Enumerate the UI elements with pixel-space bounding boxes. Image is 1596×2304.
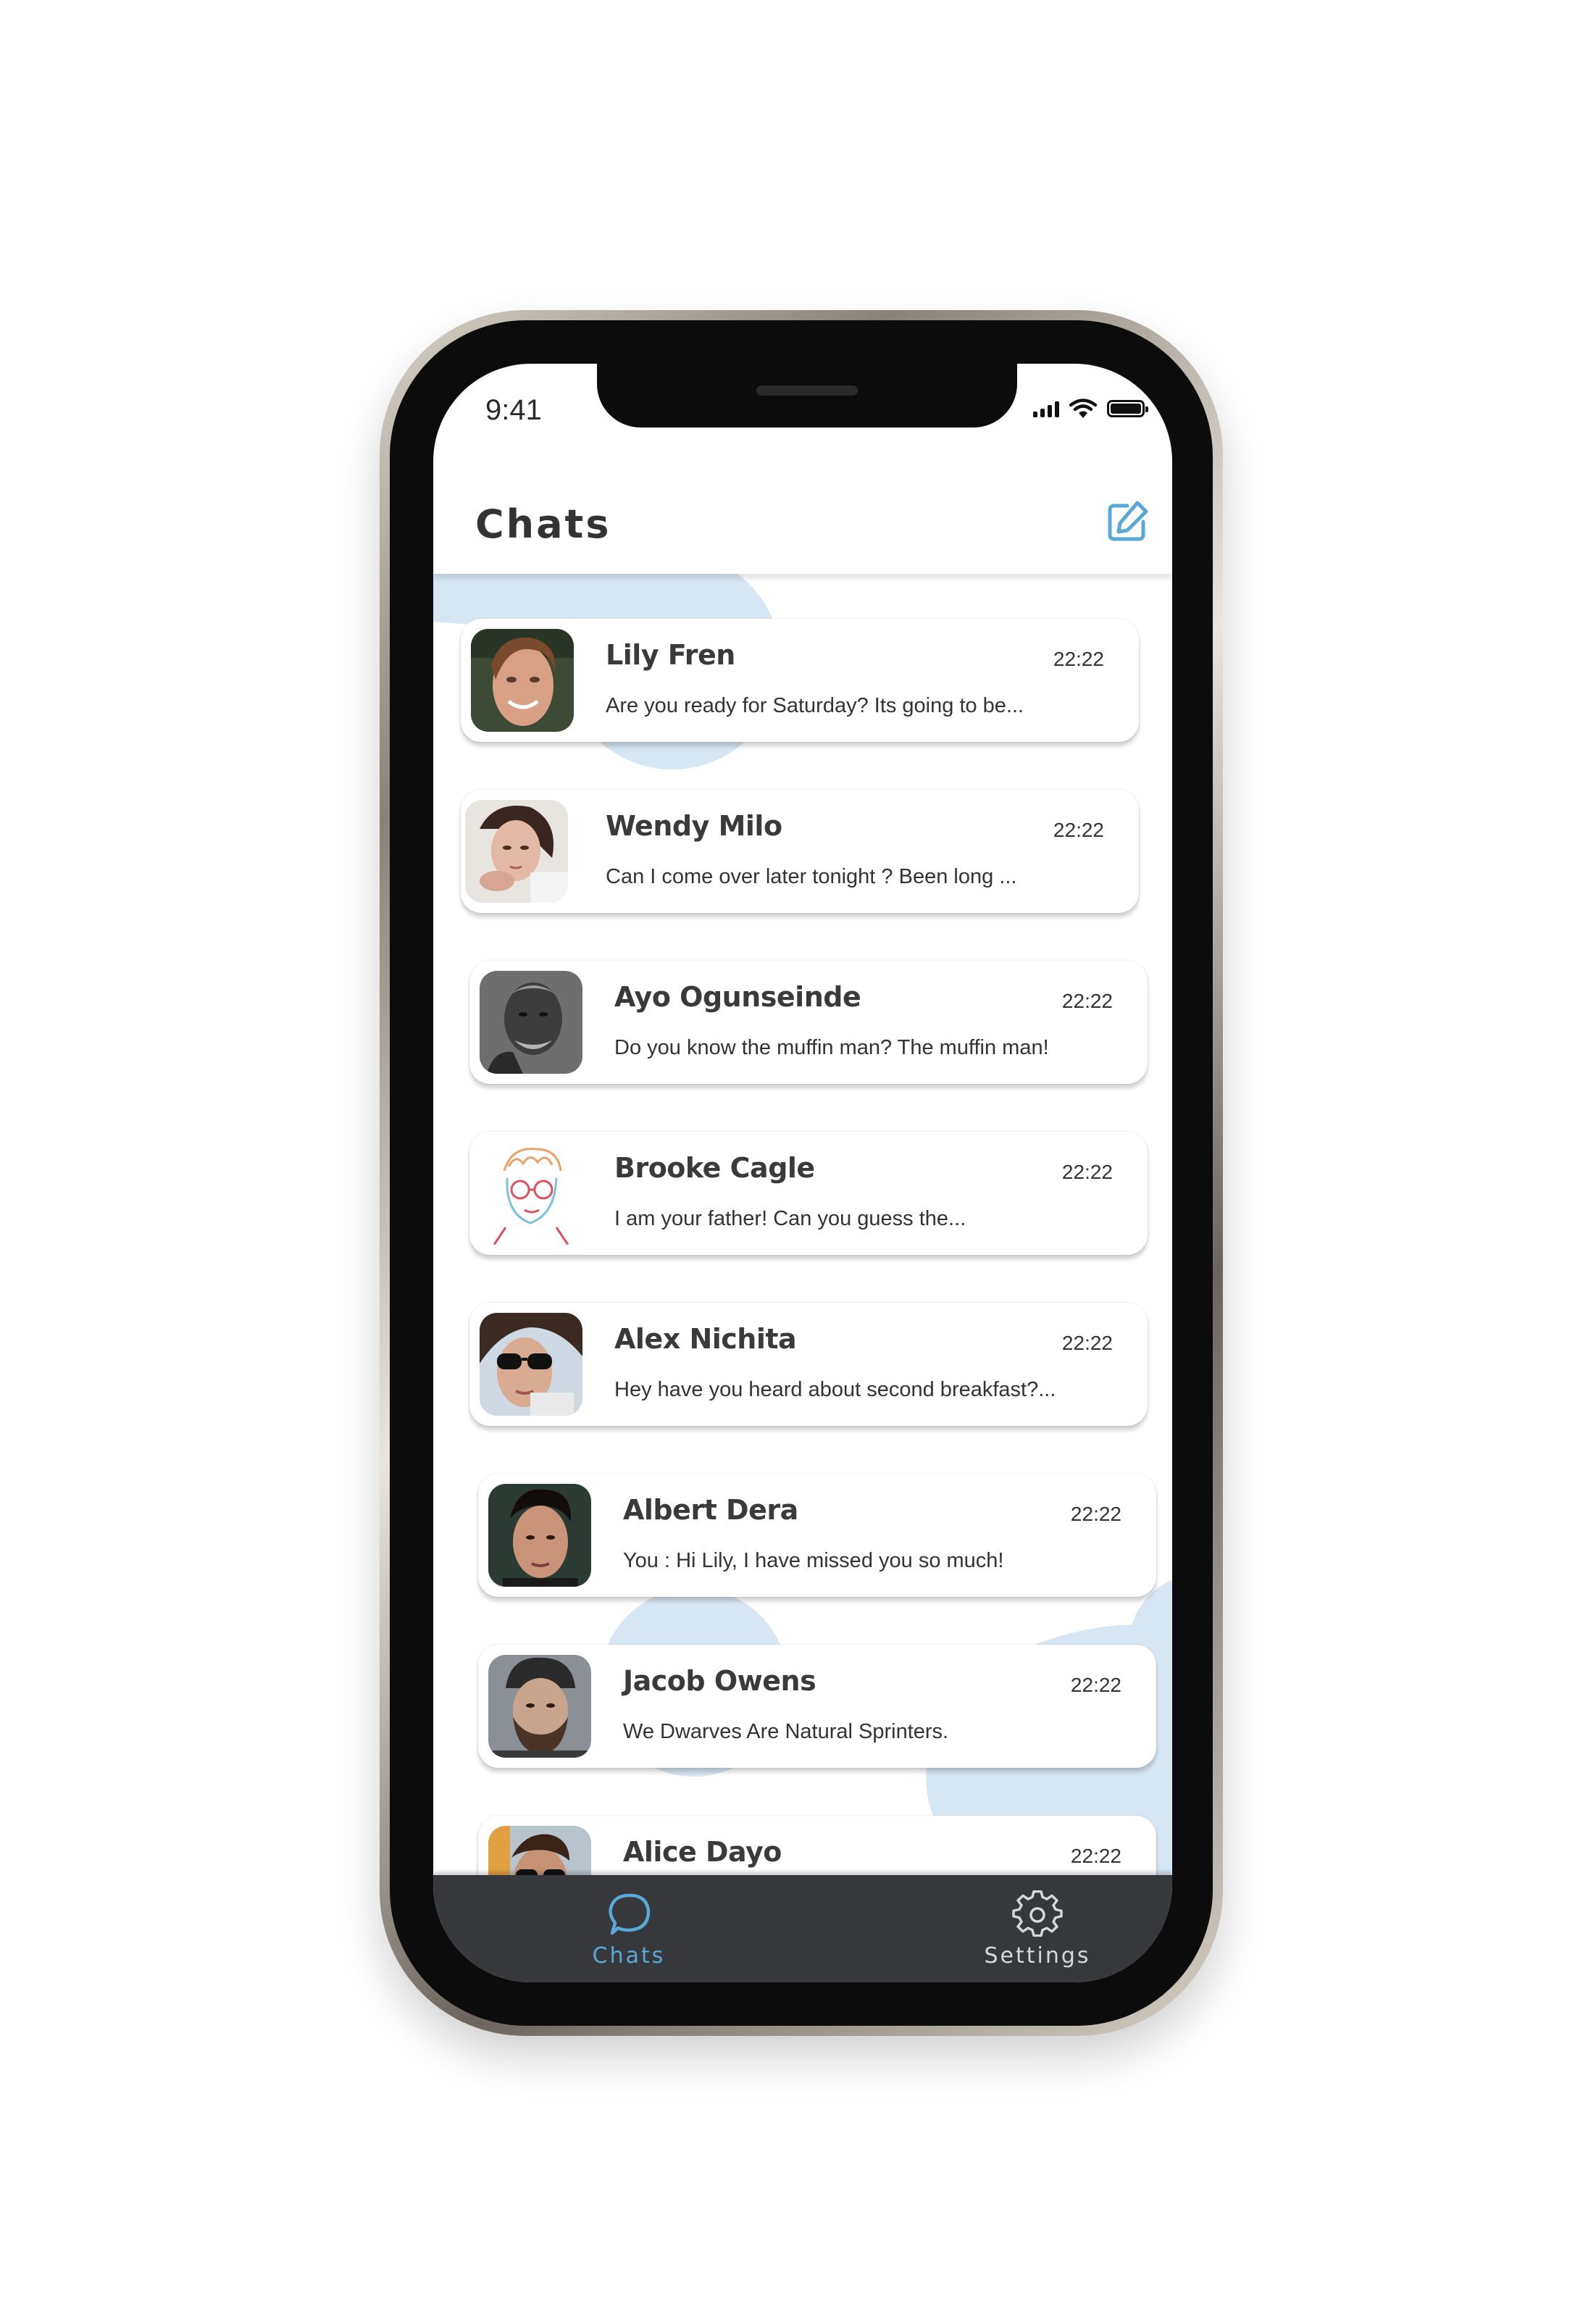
message-time: 22:22: [1053, 648, 1104, 670]
status-time: 9:41: [485, 394, 542, 426]
wifi-icon: [1069, 398, 1097, 418]
chat-item[interactable]: Brooke Cagle 22:22 I am your father! Can…: [469, 1132, 1148, 1255]
message-preview: I am your father! Can you guess the...: [614, 1207, 966, 1230]
phone-frame: 9:41 Chats Lily Fren 22:22 Are you ready…: [380, 310, 1223, 2036]
message-time: 22:22: [1070, 1845, 1121, 1867]
message-time: 22:22: [1070, 1674, 1121, 1696]
speaker: [756, 385, 858, 396]
avatar: [488, 1655, 591, 1758]
avatar: [480, 971, 582, 1074]
chat-item[interactable]: Lily Fren 22:22 Are you ready for Saturd…: [461, 619, 1139, 742]
message-preview: Can I come over later tonight ? Been lon…: [606, 865, 1017, 888]
avatar: [488, 1484, 591, 1587]
contact-name: Alice Dayo: [623, 1836, 782, 1868]
message-preview: Are you ready for Saturday? Its going to…: [606, 694, 1024, 717]
message-preview: Hey have you heard about second breakfas…: [614, 1378, 1056, 1401]
tab-label: Chats: [592, 1943, 666, 1969]
message-time: 22:22: [1061, 1161, 1113, 1183]
chat-bubble-icon: [609, 1893, 651, 1935]
battery-icon: [1107, 400, 1148, 417]
chat-item[interactable]: Albert Dera 22:22 You : Hi Lily, I have …: [478, 1474, 1156, 1597]
phone-bezel: 9:41 Chats Lily Fren 22:22 Are you ready…: [390, 320, 1213, 2026]
avatar: [480, 1313, 582, 1416]
contact-name: Alex Nichita: [614, 1323, 797, 1355]
chat-item[interactable]: Ayo Ogunseinde 22:22 Do you know the muf…: [469, 961, 1148, 1084]
screen: 9:41 Chats Lily Fren 22:22 Are you ready…: [433, 364, 1172, 1982]
status-icons: [1033, 398, 1148, 419]
header: Chats: [433, 472, 1172, 574]
gear-icon: [1012, 1890, 1063, 1937]
page-title: Chats: [475, 501, 611, 547]
chat-item[interactable]: Jacob Owens 22:22 We Dwarves Are Natural…: [478, 1645, 1156, 1768]
contact-name: Brooke Cagle: [614, 1152, 815, 1184]
message-time: 22:22: [1061, 990, 1113, 1012]
tab-label: Settings: [984, 1943, 1091, 1969]
contact-name: Ayo Ogunseinde: [614, 981, 861, 1013]
tab-chats[interactable]: Chats: [549, 1890, 709, 1969]
message-time: 22:22: [1061, 1332, 1113, 1354]
cellular-signal-icon: [1033, 400, 1059, 417]
avatar: [480, 1142, 582, 1245]
contact-name: Jacob Owens: [623, 1665, 816, 1697]
message-time: 22:22: [1070, 1503, 1121, 1525]
avatar: [465, 800, 568, 903]
contact-name: Lily Fren: [606, 639, 735, 671]
chat-list: Lily Fren 22:22 Are you ready for Saturd…: [433, 574, 1172, 1894]
contact-name: Albert Dera: [623, 1494, 798, 1526]
message-preview: Do you know the muffin man? The muffin m…: [614, 1036, 1049, 1059]
avatar: [471, 629, 574, 732]
message-preview: You : Hi Lily, I have missed you so much…: [623, 1549, 1004, 1572]
notch: [597, 364, 1017, 427]
message-preview: We Dwarves Are Natural Sprinters.: [623, 1720, 949, 1743]
message-time: 22:22: [1053, 819, 1104, 841]
contact-name: Wendy Milo: [606, 810, 782, 842]
tab-settings[interactable]: Settings: [958, 1890, 1117, 1969]
edit-icon[interactable]: [1104, 498, 1150, 545]
chat-item[interactable]: Wendy Milo 22:22 Can I come over later t…: [461, 790, 1139, 913]
chat-item[interactable]: Alex Nichita 22:22 Hey have you heard ab…: [469, 1303, 1148, 1426]
tab-bar: Chats Settings: [433, 1875, 1172, 1982]
